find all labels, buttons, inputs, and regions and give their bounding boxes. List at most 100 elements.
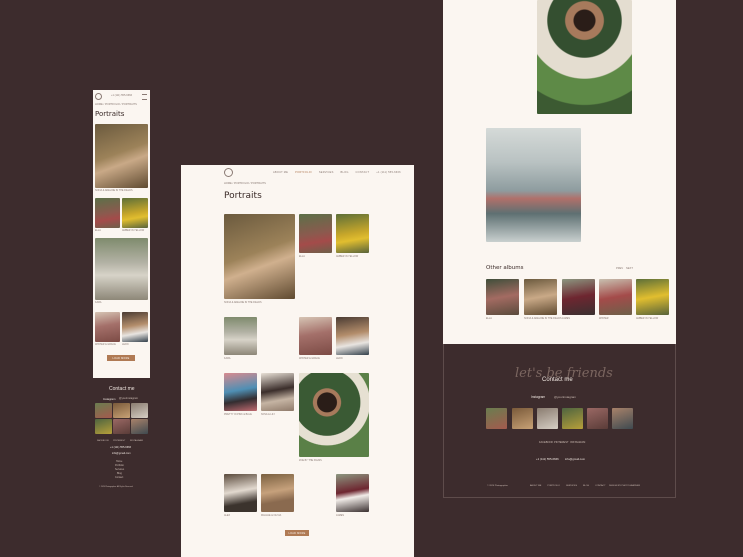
album-thumb[interactable]: [636, 279, 669, 315]
album-footer: let's be friends Contact me Instagram @y…: [443, 344, 676, 498]
breadcrumb[interactable]: HOME / PORTFOLIO / PORTRAITS: [224, 182, 266, 186]
insta-thumb[interactable]: [562, 408, 583, 429]
caption: AMBER IN YELLOW: [636, 317, 659, 320]
caption: MAGGIE & OLIVIA: [261, 514, 282, 517]
album-thumb[interactable]: [599, 279, 632, 315]
caption: PRETTY IN PINK & BLUE: [224, 413, 252, 416]
caption: JAMES: [336, 514, 344, 517]
footer-phone[interactable]: +1 (111) 555-6666: [110, 446, 131, 449]
nav-phone[interactable]: +1 (111) 555-6666: [376, 171, 400, 174]
footer-nav-about[interactable]: ABOUT ME: [530, 485, 541, 487]
insta-thumb[interactable]: [113, 419, 130, 434]
footer-phone[interactable]: +1 (111) 555-6666: [536, 457, 559, 461]
instagram-handle[interactable]: @yourinstagram: [554, 395, 576, 399]
contact-title: Contact me: [109, 386, 135, 392]
footer-menu-item[interactable]: Contact: [115, 476, 123, 479]
nav-portfolio[interactable]: PORTFOLIO: [295, 171, 312, 174]
nav-services[interactable]: SERVICES: [319, 171, 334, 174]
photo-kara[interactable]: [224, 317, 257, 355]
insta-thumb[interactable]: [95, 419, 112, 434]
social-pinterest[interactable]: PINTEREST: [113, 440, 125, 442]
footer-menu-item[interactable]: Portfolio: [115, 464, 124, 467]
caption: SOFIA & ADELINE IN THE FIELDS: [524, 317, 562, 320]
caption: SOFIA & ADELINE IN THE FIELDS: [95, 189, 133, 192]
insta-thumb[interactable]: [113, 403, 130, 418]
footer-email[interactable]: info@gmail.com: [565, 457, 585, 461]
insta-thumb[interactable]: [537, 408, 558, 429]
insta-thumb[interactable]: [512, 408, 533, 429]
photo-palm-leaf[interactable]: [537, 0, 632, 114]
photo-leon[interactable]: [336, 317, 369, 355]
footer-nav-services[interactable]: SERVICES: [566, 485, 577, 487]
social-instagram[interactable]: INSTAGRAM: [570, 441, 585, 444]
footer-email[interactable]: info@gmail.com: [112, 452, 131, 455]
logo-icon[interactable]: [224, 168, 233, 177]
instagram-handle[interactable]: @yourinstagram: [119, 397, 138, 400]
insta-thumb[interactable]: [131, 403, 148, 418]
copyright: © 2024 Photographer: [487, 485, 508, 487]
load-more-button[interactable]: LOAD MORE: [285, 530, 309, 536]
instagram-label: Instagram: [103, 397, 116, 401]
nav-about[interactable]: ABOUT ME: [273, 171, 288, 174]
album-next[interactable]: NEXT: [626, 267, 633, 271]
photo-nova-lily[interactable]: [261, 373, 294, 411]
nav-contact[interactable]: CONTACT: [356, 171, 370, 174]
photo-beach[interactable]: [486, 128, 581, 242]
social-instagram[interactable]: INSTAGRAM: [130, 440, 143, 442]
footer-menu-item[interactable]: Services: [115, 468, 124, 471]
footer-nav-contact[interactable]: CONTACT: [595, 485, 605, 487]
social-facebook[interactable]: FACEBOOK: [97, 440, 109, 442]
caption: WINTER: [599, 317, 609, 320]
insta-thumb[interactable]: [486, 408, 507, 429]
desktop-page: ABOUT ME PORTFOLIO SERVICES BLOG CONTACT…: [181, 165, 414, 557]
photo-maggie-olivia[interactable]: [261, 474, 294, 512]
caption: WINTER & GRACE: [299, 357, 320, 360]
photo-leon[interactable]: [122, 312, 148, 342]
insta-thumb[interactable]: [95, 403, 112, 418]
breadcrumb[interactable]: HOME / PORTFOLIO / PORTRAITS: [95, 103, 137, 107]
photo-palms[interactable]: [299, 373, 369, 457]
album-prev[interactable]: PREV: [616, 267, 623, 271]
photo-amber[interactable]: [122, 198, 148, 228]
caption: AMBER IN YELLOW: [122, 229, 145, 232]
photo-sofia[interactable]: [95, 124, 148, 188]
photo-amber[interactable]: [336, 214, 369, 253]
photo-ella[interactable]: [299, 214, 332, 253]
page-title: Portraits: [95, 110, 125, 118]
caption: ALEX: [224, 514, 231, 517]
album-thumb[interactable]: [562, 279, 595, 315]
caption: WINTER & GRACE: [95, 343, 116, 346]
nav-blog[interactable]: BLOG: [341, 171, 349, 174]
photo-pink-blue[interactable]: [224, 373, 257, 411]
footer-nav-blog[interactable]: BLOG: [583, 485, 589, 487]
insta-thumb[interactable]: [131, 419, 148, 434]
footer-menu-item[interactable]: Home: [116, 460, 122, 463]
footer-menu-item[interactable]: Blog: [117, 472, 122, 475]
social-pinterest[interactable]: PINTEREST: [554, 441, 569, 444]
social-facebook[interactable]: FACEBOOK: [539, 441, 553, 444]
footer-nav-portfolio[interactable]: PORTFOLIO: [547, 485, 560, 487]
logo-icon[interactable]: [95, 93, 102, 100]
photo-kara[interactable]: [95, 238, 148, 300]
insta-thumb[interactable]: [587, 408, 608, 429]
caption: LEON: [336, 357, 343, 360]
instagram-label: Instagram: [531, 395, 546, 399]
mobile-footer: Contact me Instagram @yourinstagram FACE…: [93, 378, 150, 498]
insta-thumb[interactable]: [612, 408, 633, 429]
album-thumb[interactable]: [486, 279, 519, 315]
photo-winter[interactable]: [299, 317, 332, 355]
contact-title: Contact me: [542, 377, 573, 383]
hamburger-icon[interactable]: [142, 94, 147, 100]
photo-winter[interactable]: [95, 312, 120, 342]
photo-james[interactable]: [336, 474, 369, 512]
mobile-phone[interactable]: +1 (111) 555-6666: [111, 94, 132, 98]
load-more-button[interactable]: LOAD MORE: [107, 355, 135, 361]
caption: JAMES: [562, 317, 570, 320]
photo-alex[interactable]: [224, 474, 257, 512]
footer-nav: ABOUT ME PORTFOLIO SERVICES BLOG CONTACT: [530, 485, 606, 487]
caption: LEON: [122, 343, 129, 346]
caption: SOFIA & ADELINE IN THE FIELDS: [224, 301, 262, 304]
photo-sofia[interactable]: [224, 214, 295, 299]
photo-ella[interactable]: [95, 198, 120, 228]
album-thumb[interactable]: [524, 279, 557, 315]
